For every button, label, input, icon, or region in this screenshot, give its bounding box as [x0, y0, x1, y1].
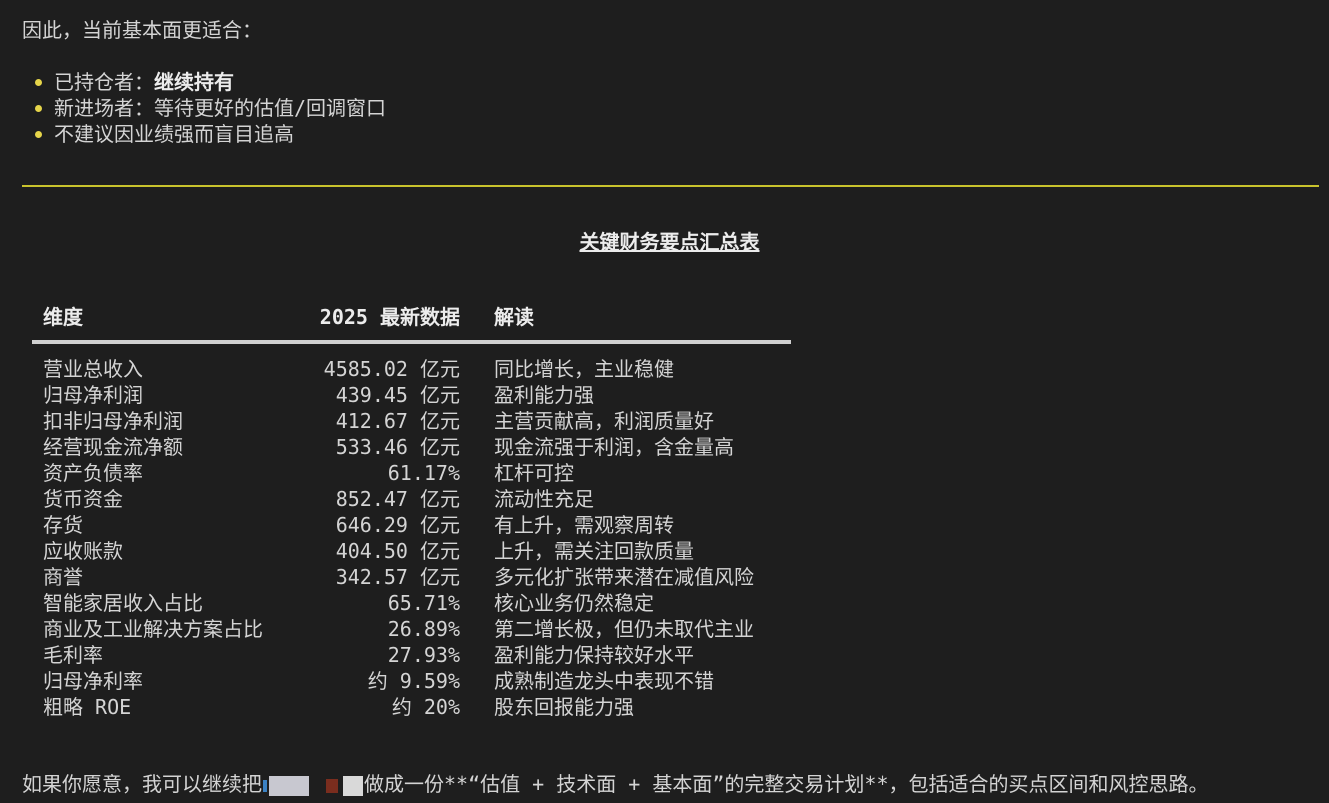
bullet-icon	[35, 131, 42, 138]
cell-interpretation: 杠杆可控	[494, 461, 574, 485]
table-row: 货币资金 852.47 亿元 流动性充足	[32, 486, 791, 512]
table-row: 资产负债率 61.17% 杠杆可控	[32, 460, 791, 486]
cell-dimension: 归母净利润	[43, 383, 143, 407]
cell-dimension: 资产负债率	[43, 461, 143, 485]
cell-dimension: 货币资金	[43, 487, 123, 511]
table-row: 扣非归母净利润 412.67 亿元 主营贡献高，利润质量好	[32, 408, 791, 434]
cell-dimension: 经营现金流净额	[43, 435, 183, 459]
cell-value: 439.45 亿元	[335, 383, 460, 407]
section-divider	[22, 185, 1319, 187]
cell-interpretation: 多元化扩张带来潜在减值风险	[494, 565, 754, 589]
cell-value: 4585.02 亿元	[323, 357, 460, 381]
header-dimension: 维度	[43, 305, 83, 329]
cell-dimension: 智能家居收入占比	[43, 591, 203, 615]
cell-dimension: 商誉	[43, 565, 83, 589]
cell-value: 27.93%	[387, 643, 460, 667]
cell-value: 约 20%	[391, 695, 460, 719]
table-row: 营业总收入 4585.02 亿元 同比增长，主业稳健	[32, 356, 791, 382]
cell-value: 约 9.59%	[367, 669, 460, 693]
cell-interpretation: 主营贡献高，利润质量好	[494, 409, 714, 433]
list-item-strong: 继续持有	[154, 70, 234, 94]
list-item-text: 已持仓者：	[54, 70, 154, 94]
intro-text: 因此，当前基本面更适合：	[22, 18, 262, 42]
cell-interpretation: 现金流强于利润，含金量高	[494, 435, 734, 459]
table-row: 商业及工业解决方案占比 26.89% 第二增长极，但仍未取代主业	[32, 616, 791, 642]
table-row: 经营现金流净额 533.46 亿元 现金流强于利润，含金量高	[32, 434, 791, 460]
table-body: 营业总收入 4585.02 亿元 同比增长，主业稳健 归母净利润 439.45 亿元 盈利…	[32, 356, 791, 720]
cell-value: 342.57 亿元	[335, 565, 460, 589]
cell-value: 646.29 亿元	[335, 513, 460, 537]
footer-before: 如果你愿意，我可以继续把	[22, 772, 262, 796]
bullet-icon	[35, 105, 42, 112]
redacted-name	[262, 772, 364, 796]
cell-interpretation: 第二增长极，但仍未取代主业	[494, 617, 754, 641]
list-item: 已持仓者：继续持有	[22, 69, 386, 95]
header-interpretation: 解读	[494, 305, 534, 329]
cell-interpretation: 成熟制造龙头中表现不错	[494, 669, 714, 693]
financial-summary-table: 维度 2025 最新数据 解读 营业总收入 4585.02 亿元 同比增长，主业稳健…	[32, 302, 791, 719]
table-row: 归母净利润 439.45 亿元 盈利能力强	[32, 382, 791, 408]
table-row: 商誉 342.57 亿元 多元化扩张带来潜在减值风险	[32, 564, 791, 590]
cell-dimension: 扣非归母净利润	[43, 409, 183, 433]
list-item-text: 新进场者：等待更好的估值/回调窗口	[54, 96, 387, 120]
cell-interpretation: 流动性充足	[494, 487, 594, 511]
table-row: 归母净利率 约 9.59% 成熟制造龙头中表现不错	[32, 668, 791, 694]
recommendation-list: 已持仓者：继续持有 新进场者：等待更好的估值/回调窗口 不建议因业绩强而盲目追高	[22, 69, 386, 147]
cell-dimension: 营业总收入	[43, 357, 143, 381]
cell-dimension: 毛利率	[43, 643, 103, 667]
table-row: 毛利率 27.93% 盈利能力保持较好水平	[32, 642, 791, 668]
footer-after: 做成一份**“估值 + 技术面 + 基本面”的完整交易计划**，包括适合的买点区…	[364, 772, 1209, 796]
cell-interpretation: 同比增长，主业稳健	[494, 357, 674, 381]
list-item: 新进场者：等待更好的估值/回调窗口	[22, 95, 386, 121]
cell-value: 404.50 亿元	[335, 539, 460, 563]
cell-value: 61.17%	[387, 461, 460, 485]
list-item-text: 不建议因业绩强而盲目追高	[54, 122, 294, 146]
cell-value: 412.67 亿元	[335, 409, 460, 433]
table-row: 存货 646.29 亿元 有上升，需观察周转	[32, 512, 791, 538]
header-latest-data: 2025 最新数据	[319, 305, 460, 329]
cell-dimension: 应收账款	[43, 539, 123, 563]
bullet-icon	[35, 79, 42, 86]
cell-dimension: 归母净利率	[43, 669, 143, 693]
cell-dimension: 存货	[43, 513, 83, 537]
cell-value: 26.89%	[387, 617, 460, 641]
cell-interpretation: 盈利能力强	[494, 383, 594, 407]
cell-interpretation: 上升，需关注回款质量	[494, 539, 694, 563]
cell-dimension: 粗略 ROE	[43, 695, 132, 719]
header-divider	[32, 340, 791, 344]
cell-value: 65.71%	[387, 591, 460, 615]
cell-interpretation: 核心业务仍然稳定	[494, 591, 654, 615]
cell-value: 852.47 亿元	[335, 487, 460, 511]
cell-interpretation: 盈利能力保持较好水平	[494, 643, 694, 667]
table-title: 关键财务要点汇总表	[579, 230, 760, 254]
table-header: 维度 2025 最新数据 解读	[32, 302, 791, 344]
table-row: 智能家居收入占比 65.71% 核心业务仍然稳定	[32, 590, 791, 616]
cell-value: 533.46 亿元	[335, 435, 460, 459]
cell-interpretation: 股东回报能力强	[494, 695, 634, 719]
list-item: 不建议因业绩强而盲目追高	[22, 121, 386, 147]
footer-text: 如果你愿意，我可以继续把 做成一份**“估值 + 技术面 + 基本面”的完整交易计…	[22, 771, 1209, 797]
table-row: 粗略 ROE 约 20% 股东回报能力强	[32, 694, 791, 720]
cell-interpretation: 有上升，需观察周转	[494, 513, 674, 537]
cell-dimension: 商业及工业解决方案占比	[43, 617, 263, 641]
table-row: 应收账款 404.50 亿元 上升，需关注回款质量	[32, 538, 791, 564]
